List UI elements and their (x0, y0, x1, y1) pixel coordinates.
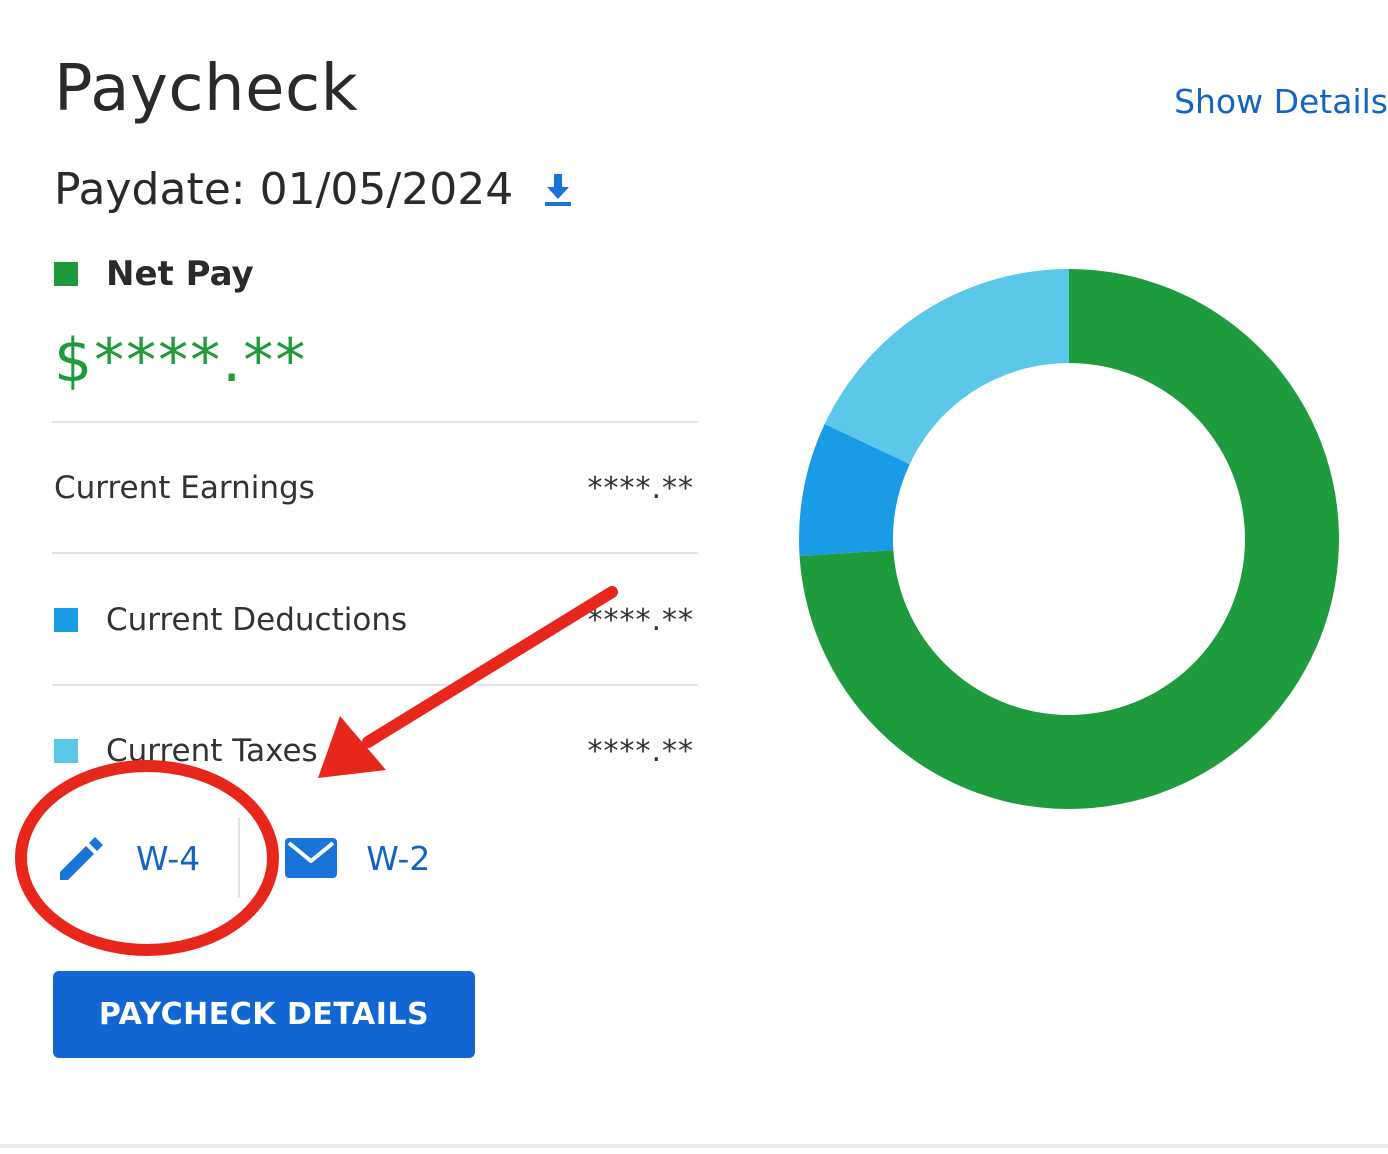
deductions-value: ****.** (587, 602, 694, 638)
card-bottom-border (0, 1144, 1388, 1148)
tax-form-links: W-4 W-2 (54, 818, 430, 898)
deductions-label: Current Deductions (106, 602, 408, 638)
download-icon[interactable] (543, 172, 573, 208)
paycheck-card: Paycheck Show Details Paydate: 01/05/202… (0, 0, 1388, 1154)
paycheck-details-button[interactable]: PAYCHECK DETAILS (53, 971, 475, 1058)
w2-link[interactable]: W-2 (284, 836, 430, 880)
pencil-icon (54, 832, 106, 884)
earnings-label: Current Earnings (54, 470, 315, 506)
taxes-value: ****.** (587, 733, 694, 769)
w2-link-text: W-2 (366, 838, 431, 878)
envelope-icon (284, 836, 338, 880)
taxes-swatch (54, 739, 78, 763)
divider (52, 552, 698, 554)
net-pay-amount: $****.** (54, 326, 308, 396)
deductions-row: Current Deductions ****.** (54, 590, 698, 650)
divider (52, 684, 698, 686)
donut-segment-current-taxes (824, 269, 1069, 465)
earnings-row: Current Earnings ****.** (54, 458, 698, 518)
w4-link-text: W-4 (136, 838, 201, 878)
net-pay-label: Net Pay (106, 254, 254, 294)
net-pay-legend: Net Pay (54, 254, 254, 294)
divider (52, 421, 698, 423)
paydate-row: Paydate: 01/05/2024 (54, 164, 573, 215)
link-separator (238, 818, 241, 898)
paydate-text: Paydate: 01/05/2024 (54, 164, 514, 215)
show-details-link[interactable]: Show Details (1174, 82, 1388, 121)
page-title: Paycheck (54, 52, 359, 126)
taxes-label: Current Taxes (106, 733, 318, 769)
paycheck-donut-chart (799, 269, 1339, 809)
earnings-value: ****.** (587, 470, 694, 506)
net-pay-swatch (54, 262, 78, 286)
w4-link[interactable]: W-4 (54, 832, 200, 884)
taxes-row: Current Taxes ****.** (54, 721, 698, 781)
deductions-swatch (54, 608, 78, 632)
